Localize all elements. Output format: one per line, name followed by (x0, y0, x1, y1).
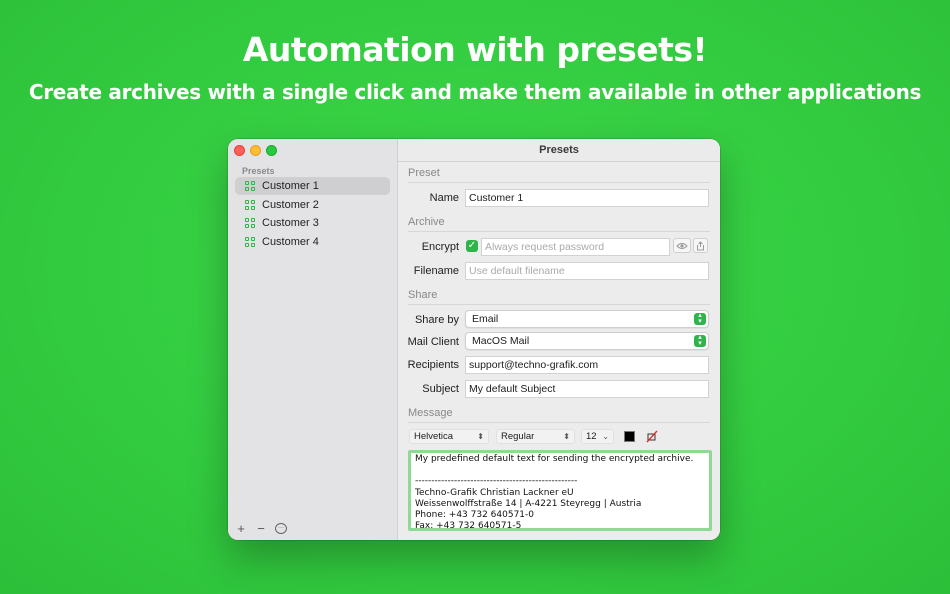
mail-client-popup[interactable]: MacOS Mail ▴ ▾ (465, 332, 709, 350)
hero-title: Automation with presets! (242, 30, 708, 69)
preset-list: Customer 1 Customer 2 Customer 3 Custome… (235, 177, 390, 251)
encrypt-checkbox[interactable]: ✓ (466, 240, 478, 252)
message-textarea[interactable]: My predefined default text for sending t… (408, 450, 712, 531)
font-style-value: Regular (501, 431, 535, 442)
close-button[interactable] (234, 145, 245, 156)
mail-client-value: MacOS Mail (472, 335, 530, 347)
filename-field[interactable]: Use default filename (465, 262, 709, 280)
eye-icon (676, 242, 688, 249)
more-options-icon[interactable]: ··· (275, 523, 287, 534)
preset-detail-pane: Presets Preset Name Customer 1 Archive E… (398, 139, 720, 540)
name-field[interactable]: Customer 1 (465, 189, 709, 207)
chevron-up-down-icon: ⬍ (477, 432, 484, 441)
divider (408, 422, 710, 423)
share-by-label: Share by (414, 314, 459, 326)
recipients-label: Recipients (407, 359, 459, 371)
encrypt-label: Encrypt (421, 241, 459, 253)
share-password-button[interactable] (693, 238, 708, 253)
add-preset-button[interactable]: + (235, 521, 247, 536)
sidebar-item-label: Customer 1 (262, 180, 319, 192)
reveal-password-button[interactable] (673, 238, 691, 253)
divider (408, 304, 710, 305)
section-title-share: Share (408, 289, 438, 301)
name-label: Name (429, 192, 459, 204)
zoom-button[interactable] (266, 145, 277, 156)
window-title: Presets (398, 139, 720, 162)
section-title-preset: Preset (408, 167, 440, 179)
filename-label: Filename (413, 265, 459, 277)
section-title-message: Message (408, 407, 453, 419)
minimize-button[interactable] (250, 145, 261, 156)
sidebar-footer: + − ··· (235, 521, 287, 536)
no-background-color-icon[interactable] (645, 430, 658, 443)
recipients-field[interactable]: support@techno-grafik.com (465, 356, 709, 374)
sidebar-item-customer-3[interactable]: Customer 3 (235, 214, 390, 232)
message-line: Fax: +43 732 640571-5 (415, 521, 522, 531)
password-field[interactable]: Always request password (481, 238, 670, 256)
remove-preset-button[interactable]: − (255, 521, 267, 536)
font-size-combo[interactable]: 12 ⌄ (581, 429, 614, 444)
sidebar-item-label: Customer 4 (262, 235, 319, 248)
section-title-archive: Archive (408, 216, 445, 228)
font-size-value: 12 (586, 431, 597, 442)
sidebar-section-title: Presets (242, 166, 275, 176)
preset-grid-icon (245, 199, 255, 210)
message-line: My predefined default text for sending t… (415, 454, 694, 464)
message-line: Weissenwolffstraße 14 | A-4221 Steyregg … (415, 498, 642, 509)
divider (408, 182, 710, 183)
presets-window: Presets Customer 1 Customer 2 Customer 3… (228, 139, 720, 540)
message-line: Phone: +43 732 640571-0 (415, 510, 534, 521)
sidebar-item-label: Customer 3 (262, 217, 319, 229)
divider (408, 231, 710, 232)
chevron-up-down-icon: ⬍ (563, 432, 570, 441)
subject-field[interactable]: My default Subject (465, 380, 709, 398)
font-style-popup[interactable]: Regular ⬍ (496, 429, 575, 444)
window-controls (234, 145, 277, 156)
subject-label: Subject (422, 383, 459, 395)
preset-grid-icon (245, 236, 255, 247)
preset-grid-icon (245, 181, 255, 191)
chevron-up-down-icon: ▴ ▾ (694, 312, 706, 325)
mail-client-label: Mail Client (407, 336, 459, 348)
share-by-value: Email (472, 313, 499, 325)
sidebar-item-label: Customer 2 (262, 198, 319, 211)
share-by-popup[interactable]: Email ▴ ▾ (465, 310, 709, 328)
font-family-value: Helvetica (414, 431, 454, 442)
share-icon (697, 240, 704, 250)
text-color-swatch[interactable] (624, 431, 635, 442)
preset-grid-icon (245, 218, 255, 228)
message-line (415, 465, 705, 476)
message-line: Techno-Grafik Christian Lackner eU (415, 487, 574, 498)
chevron-up-down-icon: ▴ ▾ (694, 334, 706, 347)
chevron-down-icon: ⌄ (602, 432, 609, 441)
font-family-popup[interactable]: Helvetica ⬍ (409, 429, 489, 444)
hero-subtitle: Create archives with a single click and … (28, 80, 922, 104)
font-toolbar: Helvetica ⬍ Regular ⬍ 12 ⌄ (409, 429, 709, 444)
message-line: ----------------------------------------… (415, 476, 578, 487)
